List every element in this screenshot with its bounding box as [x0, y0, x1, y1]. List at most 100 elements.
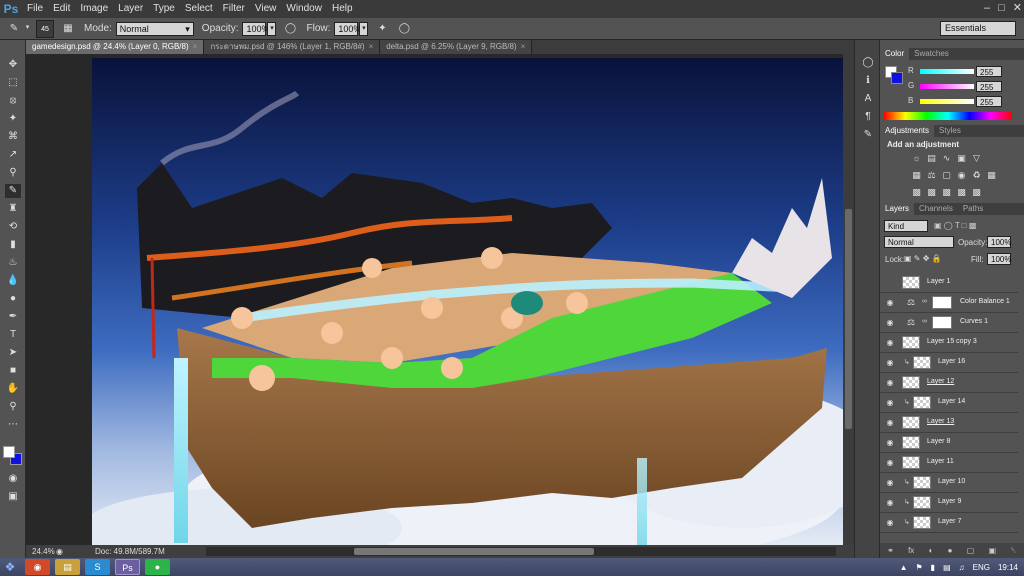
layer-name[interactable]: Layer 11: [927, 458, 954, 465]
tab-layers[interactable]: Layers: [880, 203, 915, 215]
visibility-eye-icon[interactable]: ◉: [885, 378, 895, 388]
layer-row[interactable]: ◉ ↳ Layer 14: [880, 393, 1018, 413]
healing-brush-tool-icon[interactable]: ⚲: [5, 166, 21, 180]
tab-color[interactable]: Color: [880, 48, 910, 60]
visibility-eye-icon[interactable]: ◉: [885, 478, 895, 488]
layer-row[interactable]: ◉ ↳ Layer 16: [880, 353, 1018, 373]
opacity-dropdown[interactable]: ▾: [267, 21, 277, 36]
move-tool-icon[interactable]: ✥: [5, 58, 21, 72]
selective-color-icon[interactable]: ▩: [955, 186, 968, 198]
layer-thumbnail[interactable]: [913, 496, 931, 509]
mask-link-icon[interactable]: ∞: [922, 298, 927, 305]
network-icon[interactable]: ▤: [943, 563, 951, 572]
tab-swatches[interactable]: Swatches: [909, 48, 954, 60]
foreground-color-swatch[interactable]: [3, 446, 15, 458]
brush-size-picker[interactable]: 45: [36, 19, 54, 38]
visibility-eye-icon[interactable]: ◉: [885, 438, 895, 448]
layer-name[interactable]: Layer 1: [927, 278, 950, 285]
color-spectrum[interactable]: [884, 112, 1012, 120]
menu-filter[interactable]: Filter: [218, 0, 250, 18]
layer-name[interactable]: Layer 10: [938, 478, 965, 485]
close-tab-icon[interactable]: ×: [521, 42, 526, 51]
vertical-scrollbar-thumb[interactable]: [845, 209, 852, 429]
visibility-eye-icon[interactable]: ◉: [885, 418, 895, 428]
layer-name[interactable]: Layer 13: [927, 418, 954, 425]
channel-mixer-icon[interactable]: ♻: [970, 169, 983, 181]
flow-input[interactable]: 100%: [334, 21, 361, 36]
green-value[interactable]: 255: [976, 81, 1002, 92]
layer-thumbnail[interactable]: [913, 516, 931, 529]
group-icon[interactable]: ▢: [967, 543, 975, 558]
line-taskbar-icon[interactable]: ●: [145, 559, 170, 575]
invert-icon[interactable]: ▩: [910, 186, 923, 198]
quick-mask-icon[interactable]: ◉: [5, 472, 21, 486]
tab-paths[interactable]: Paths: [958, 203, 988, 215]
visibility-eye-icon[interactable]: ◉: [885, 498, 895, 508]
close-tab-icon[interactable]: ×: [193, 42, 198, 51]
layer-thumbnail[interactable]: [902, 456, 920, 469]
lock-icons[interactable]: ▣ ✎ ✥ 🔒: [904, 254, 942, 263]
tab-gamedesign[interactable]: gamedesign.psd @ 24.4% (Layer 0, RGB/8) ×: [26, 40, 205, 54]
layer-row[interactable]: ◉ ⚖ ∞ Color Balance 1: [880, 293, 1018, 313]
layer-name[interactable]: Color Balance 1: [960, 298, 1010, 305]
layer-style-icon[interactable]: fx: [908, 543, 914, 558]
flow-dropdown[interactable]: ▾: [359, 21, 369, 36]
curves-icon[interactable]: ∿: [940, 152, 953, 164]
visibility-eye-icon[interactable]: ◉: [885, 518, 895, 528]
brush-tool-icon[interactable]: ✎: [5, 184, 21, 198]
marquee-tool-icon[interactable]: ⬚: [5, 76, 21, 90]
explorer-taskbar-icon[interactable]: ▤: [55, 559, 80, 575]
layer-row[interactable]: ◉ Layer 13: [880, 413, 1018, 433]
brush-presets-icon[interactable]: ✎: [860, 128, 876, 142]
edit-toolbar-icon[interactable]: ⋯: [5, 418, 21, 432]
exposure-icon[interactable]: ▣: [955, 152, 968, 164]
crop-tool-icon[interactable]: ⌘: [5, 130, 21, 144]
layer-name[interactable]: Layer 7: [938, 518, 961, 525]
blue-value[interactable]: 255: [976, 96, 1002, 107]
opacity-input[interactable]: 100%: [242, 21, 270, 36]
visibility-eye-icon[interactable]: ◉: [885, 298, 895, 308]
close-button[interactable]: ✕: [1013, 0, 1022, 16]
type-tool-icon[interactable]: T: [5, 328, 21, 342]
flag-icon[interactable]: ⚑: [915, 563, 922, 572]
layer-thumbnail[interactable]: [902, 376, 920, 389]
zoom-tool-icon[interactable]: ⚲: [5, 400, 21, 414]
skype-taskbar-icon[interactable]: S: [85, 559, 110, 575]
vibrance-icon[interactable]: ▽: [970, 152, 983, 164]
tab-delta[interactable]: delta.psd @ 6.25% (Layer 9, RGB/8) ×: [380, 40, 533, 54]
fill-input[interactable]: 100%: [987, 253, 1011, 265]
layer-row[interactable]: ◉ Layer 12: [880, 373, 1018, 393]
green-track[interactable]: [920, 84, 974, 89]
adjustment-layer-icon[interactable]: ●: [948, 543, 953, 558]
character-panel-icon[interactable]: A: [860, 92, 876, 106]
layer-thumbnail[interactable]: [913, 476, 931, 489]
red-slider[interactable]: R 255: [880, 66, 1024, 78]
paint-bucket-tool-icon[interactable]: ♨: [5, 256, 21, 270]
doc-info-icon[interactable]: ◉: [56, 547, 63, 556]
layer-opacity-input[interactable]: 100%: [987, 236, 1011, 248]
trash-icon[interactable]: ␡: [1010, 543, 1016, 558]
blue-track[interactable]: [920, 99, 974, 104]
brush-panel-icon[interactable]: ▦: [60, 21, 76, 37]
layer-row[interactable]: Layer 1: [880, 273, 1018, 293]
layer-name[interactable]: Layer 12: [927, 378, 954, 385]
mode-select[interactable]: Normal ▾: [115, 21, 194, 36]
dodge-tool-icon[interactable]: ●: [5, 292, 21, 306]
clone-stamp-tool-icon[interactable]: ♜: [5, 202, 21, 216]
artwork-canvas[interactable]: [92, 58, 843, 545]
history-panel-icon[interactable]: ◯: [860, 56, 876, 70]
minimize-button[interactable]: –: [984, 0, 990, 16]
battery-icon[interactable]: ▮: [931, 563, 935, 572]
hue-saturation-icon[interactable]: ▦: [910, 169, 923, 181]
layer-row[interactable]: ◉ Layer 8: [880, 433, 1018, 453]
horizontal-scrollbar-thumb[interactable]: [354, 548, 594, 555]
tab-styles[interactable]: Styles: [934, 125, 966, 137]
layer-thumbnail[interactable]: [902, 436, 920, 449]
language-indicator[interactable]: ENG: [973, 563, 990, 572]
history-brush-tool-icon[interactable]: ⟲: [5, 220, 21, 234]
layer-row[interactable]: ◉ Layer 15 copy 3: [880, 333, 1018, 353]
eyedropper-tool-icon[interactable]: ↗: [5, 148, 21, 162]
layer-thumbnail[interactable]: [913, 396, 931, 409]
green-slider[interactable]: G 255: [880, 81, 1024, 93]
blur-tool-icon[interactable]: 💧: [5, 274, 21, 288]
